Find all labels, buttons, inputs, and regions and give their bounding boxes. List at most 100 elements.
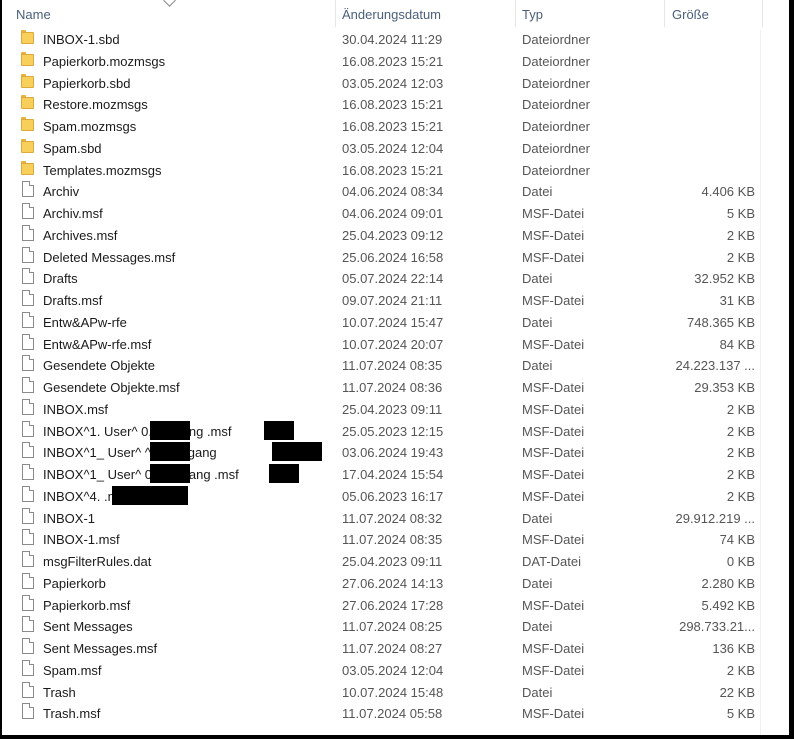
- file-date: 09.07.2024 21:11: [342, 293, 443, 308]
- file-name: Papierkorb.mozmsgs: [43, 53, 166, 69]
- file-size: 24.223.137 ...: [675, 358, 755, 374]
- file-date: 10.07.2024 20:07: [342, 336, 444, 352]
- file-name: INBOX-1.sbd: [43, 32, 120, 47]
- file-type: Datei: [522, 575, 553, 591]
- file-row[interactable]: Papierkorb 27.06.2024 14:13 Datei 2.280 KB: [2, 572, 789, 595]
- file-row[interactable]: INBOX^4. .msf 05.06.2023 16:17 MSF-Datei 2 …: [2, 485, 789, 508]
- file-name: Archives.msf: [43, 227, 118, 243]
- file-row[interactable]: Spam.mozmsgs 16.08.2023 15:21 Dateiordner: [2, 116, 789, 138]
- file-type: Datei: [522, 619, 553, 635]
- file-name: msgFilterRules.dat: [43, 554, 152, 569]
- file-icon: [20, 442, 34, 459]
- file-name: Archiv.msf: [43, 206, 103, 221]
- file-date: 10.07.2024 15:48: [342, 684, 444, 700]
- file-date: 03.05.2024 12:03: [342, 75, 444, 91]
- file-date: 03.06.2024 19:43: [342, 445, 444, 461]
- file-row[interactable]: Drafts.msf 09.07.2024 21:11 MSF-Datei 31 KB: [2, 290, 789, 312]
- column-divider[interactable]: [335, 0, 336, 27]
- file-date: 25.04.2023 09:12: [342, 227, 444, 243]
- file-row[interactable]: Drafts 05.07.2024 22:14 Datei 32.952 KB: [2, 268, 789, 290]
- file-date: 11.07.2024 05:58: [342, 706, 443, 722]
- file-row[interactable]: Gesendete Objekte.msf 11.07.2024 08:36 MSF…: [2, 377, 789, 399]
- file-row[interactable]: Spam.msf 03.05.2024 12:04 MSF-Datei 2 KB: [2, 659, 789, 682]
- file-size: 2 KB: [726, 227, 755, 243]
- file-name: Gesendete Objekte.msf: [43, 380, 180, 395]
- column-header-size[interactable]: Größe: [672, 0, 709, 30]
- file-row[interactable]: Sent Messages 11.07.2024 08:25 Datei 298.73…: [2, 616, 789, 638]
- file-icon: [20, 333, 34, 350]
- file-type: Dateiordner: [522, 119, 590, 134]
- file-type: MSF-Datei: [522, 662, 585, 678]
- file-size: 2 KB: [726, 662, 755, 678]
- file-date: 04.06.2024 09:01: [342, 206, 444, 221]
- column-divider[interactable]: [664, 0, 665, 27]
- file-size: 2 KB: [726, 488, 755, 504]
- file-row[interactable]: Templates.mozmsgs 16.08.2023 15:21 Dateior…: [2, 160, 789, 182]
- file-type: MSF-Datei: [522, 336, 585, 352]
- file-name: INBOX^1. User^ 0. Eingang .msf: [43, 423, 232, 439]
- file-type: Dateiordner: [522, 140, 590, 156]
- file-name: INBOX^1_ User^ ^0_ Eingang: [43, 445, 217, 461]
- file-row[interactable]: msgFilterRules.dat 25.04.2023 09:11 DAT-Da…: [2, 551, 789, 573]
- file-name: Restore.mozmsgs: [43, 97, 148, 113]
- file-row[interactable]: INBOX^1_ User^ 0_ Eingang .msf 17.04.2024…: [2, 464, 789, 486]
- file-row[interactable]: Archiv.msf 04.06.2024 09:01 MSF-Datei 5 KB: [2, 203, 789, 225]
- file-row[interactable]: INBOX-1.sbd 30.04.2024 11:29 Dateiordner: [2, 29, 789, 51]
- file-list: INBOX-1.sbd 30.04.2024 11:29 Dateiordner Pa…: [2, 29, 789, 725]
- file-row[interactable]: INBOX^1. User^ 0. Eingang .msf 25.05.2023…: [2, 420, 789, 443]
- file-type: Datei: [522, 684, 553, 700]
- sort-chevron-icon: [163, 0, 176, 7]
- file-size: 29.353 KB: [694, 380, 755, 395]
- file-row[interactable]: INBOX.msf 25.04.2023 09:11 MSF-Datei 2 KB: [2, 398, 789, 421]
- file-row[interactable]: Papierkorb.sbd 03.05.2024 12:03 Dateiordne…: [2, 73, 789, 95]
- file-row[interactable]: Entw&APw-rfe 10.07.2024 15:47 Datei 748.365…: [2, 311, 789, 334]
- redaction-block: [269, 464, 299, 483]
- folder-icon: [20, 138, 34, 153]
- file-row[interactable]: Sent Messages.msf 11.07.2024 08:27 MSF-Dat…: [2, 638, 789, 660]
- file-row[interactable]: INBOX-1 11.07.2024 08:32 Datei 29.912.219 .…: [2, 507, 789, 530]
- file-date: 11.07.2024 08:36: [342, 380, 443, 395]
- file-name: Papierkorb.msf: [43, 597, 131, 613]
- file-type: MSF-Datei: [522, 401, 585, 417]
- redaction-block: [150, 420, 190, 440]
- file-row[interactable]: Papierkorb.msf 27.06.2024 17:28 MSF-Datei 5…: [2, 594, 789, 617]
- file-icon: [20, 703, 34, 720]
- file-row[interactable]: Deleted Messages.msf 25.06.2024 16:58 MSF-…: [2, 246, 789, 269]
- file-row[interactable]: Archiv 04.06.2024 08:34 Datei 4.406 KB: [2, 181, 789, 203]
- file-row[interactable]: Trash.msf 11.07.2024 05:58 MSF-Datei 5 KB: [2, 703, 789, 725]
- file-type: MSF-Datei: [522, 227, 585, 243]
- file-size: 22 KB: [719, 684, 755, 700]
- file-date: 05.07.2024 22:14: [342, 271, 444, 287]
- file-size: 136 KB: [712, 641, 755, 656]
- file-icon: [20, 311, 34, 328]
- file-row[interactable]: Trash 10.07.2024 15:48 Datei 22 KB: [2, 681, 789, 704]
- file-row[interactable]: Restore.mozmsgs 16.08.2023 15:21 Dateiordn…: [2, 94, 789, 116]
- file-name: Spam.mozmsgs: [43, 119, 137, 134]
- file-row[interactable]: Entw&APw-rfe.msf 10.07.2024 20:07 MSF-Date…: [2, 333, 789, 356]
- file-name: Sent Messages: [43, 619, 133, 635]
- file-name: Papierkorb: [43, 575, 106, 591]
- file-date: 16.08.2023 15:21: [342, 97, 444, 113]
- file-icon: [20, 529, 34, 546]
- file-row[interactable]: INBOX^1_ User^ ^0_ Eingang 03.06.2024 19:…: [2, 442, 789, 464]
- column-header-name[interactable]: Name: [16, 0, 51, 30]
- file-type: Datei: [522, 358, 553, 374]
- file-icon: [20, 398, 34, 415]
- file-size: 5 KB: [726, 706, 755, 722]
- column-header-date[interactable]: Änderungsdatum: [342, 0, 441, 30]
- file-date: 17.04.2024 15:54: [342, 467, 444, 482]
- file-icon: [20, 290, 34, 306]
- file-row[interactable]: Spam.sbd 03.05.2024 12:04 Dateiordner: [2, 138, 789, 160]
- file-type: MSF-Datei: [522, 293, 585, 308]
- column-divider[interactable]: [515, 0, 516, 27]
- folder-icon: [20, 160, 34, 175]
- file-icon: [20, 420, 34, 437]
- file-row[interactable]: Gesendete Objekte 11.07.2024 08:35 Datei 24…: [2, 355, 789, 377]
- file-row[interactable]: Archives.msf 25.04.2023 09:12 MSF-Datei 2 K…: [2, 224, 789, 247]
- file-icon: [20, 485, 34, 502]
- column-divider[interactable]: [762, 0, 763, 27]
- file-row[interactable]: INBOX-1.msf 11.07.2024 08:35 MSF-Datei 74 K…: [2, 529, 789, 551]
- file-row[interactable]: Papierkorb.mozmsgs 16.08.2023 15:21 Dateio…: [2, 51, 789, 73]
- column-header-type[interactable]: Typ: [522, 0, 543, 30]
- file-name: INBOX-1: [43, 510, 96, 526]
